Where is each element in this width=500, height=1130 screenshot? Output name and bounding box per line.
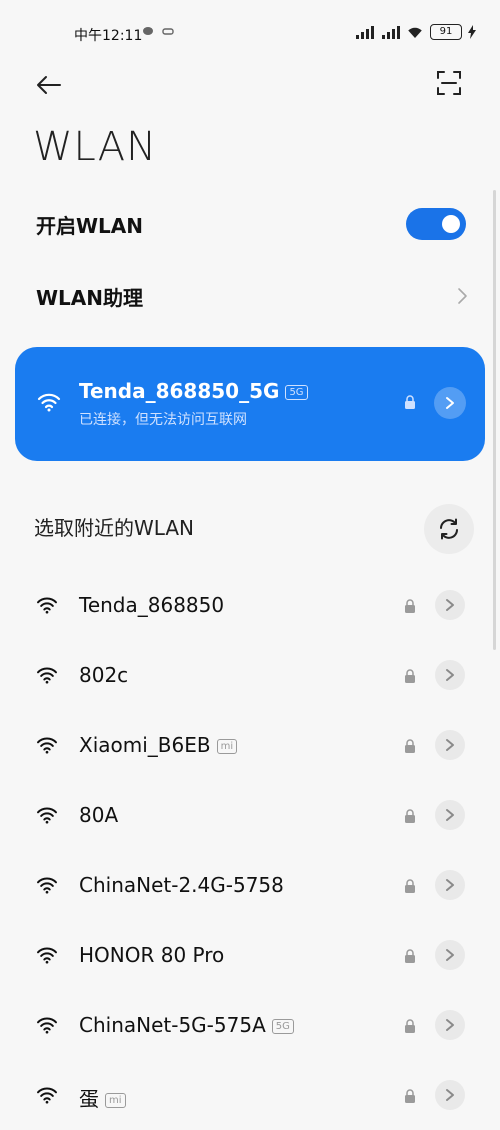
notification-icon (143, 27, 153, 35)
signal-icon (356, 26, 374, 39)
wifi-icon (37, 1087, 57, 1104)
refresh-button[interactable] (424, 504, 474, 554)
network-list-item[interactable]: 802c (0, 640, 500, 710)
network-ssid: 80A (79, 803, 119, 827)
wifi-icon (37, 737, 57, 754)
network-name: Xiaomi_B6EB mi (79, 733, 238, 757)
chevron-right-icon (446, 669, 454, 681)
chevron-right-icon (446, 879, 454, 891)
chevron-right-icon (446, 809, 454, 821)
scrollbar[interactable] (493, 190, 496, 650)
chevron-right-icon (458, 288, 467, 304)
charging-icon (468, 25, 476, 39)
network-name: ChinaNet-2.4G-5758 (79, 873, 284, 897)
lock-icon (405, 809, 415, 823)
car-icon (162, 28, 174, 35)
network-detail-button[interactable] (435, 870, 465, 900)
lock-icon (405, 395, 415, 409)
lock-icon (405, 669, 415, 683)
network-name: 80A (79, 803, 118, 827)
network-list-item[interactable]: Tenda_868850 (0, 570, 500, 640)
chevron-right-icon (446, 949, 454, 961)
network-detail-button[interactable] (435, 590, 465, 620)
wifi-icon (37, 393, 61, 412)
wifi-icon (37, 877, 57, 894)
network-name: 802c (79, 663, 128, 687)
battery-icon: 91 (430, 24, 462, 40)
lock-icon (405, 949, 415, 963)
connected-network-card[interactable]: Tenda_868850_5G 5G 已连接，但无法访问互联网 (15, 347, 485, 461)
chevron-right-icon (446, 739, 454, 751)
status-bar: 中午12:11 91 (0, 0, 500, 60)
network-detail-button[interactable] (435, 1080, 465, 1110)
network-ssid: HONOR 80 Pro (79, 943, 225, 967)
wlan-toggle-label: 开启WLAN (36, 213, 144, 238)
connected-network-ssid: Tenda_868850_5G (79, 379, 280, 403)
wlan-assistant-label: WLAN助理 (36, 285, 144, 310)
wifi-icon (37, 947, 57, 964)
network-list-item[interactable]: HONOR 80 Pro (0, 920, 500, 990)
top-nav (0, 62, 500, 106)
network-badge: mi (216, 739, 238, 754)
network-ssid: 蛋 (79, 1087, 99, 1111)
network-name: HONOR 80 Pro (79, 943, 224, 967)
chevron-right-icon (446, 599, 454, 611)
nearby-section-title: 选取附近的WLAN (34, 516, 195, 540)
wlan-toggle-switch[interactable] (406, 208, 466, 240)
network-name: 蛋 mi (79, 1083, 126, 1112)
status-time: 中午12:11 (74, 28, 143, 44)
wifi-icon (37, 1017, 57, 1034)
wifi-icon (37, 807, 57, 824)
signal-icon (382, 26, 400, 39)
wlan-toggle-row: 开启WLAN (36, 204, 466, 244)
wifi-icon (37, 667, 57, 684)
network-detail-button[interactable] (435, 800, 465, 830)
network-list-item[interactable]: ChinaNet-5G-575A 5G (0, 990, 500, 1060)
network-ssid: Tenda_868850 (79, 593, 225, 617)
chevron-right-icon (446, 1019, 454, 1031)
status-right: 91 (354, 24, 476, 40)
network-name: ChinaNet-5G-575A 5G (79, 1013, 294, 1037)
network-badge: mi (105, 1093, 126, 1108)
lock-icon (405, 1089, 415, 1103)
network-list-item[interactable]: 蛋 mi (0, 1060, 500, 1130)
network-list-item[interactable]: ChinaNet-2.4G-5758 (0, 850, 500, 920)
chevron-right-icon (446, 397, 454, 409)
network-ssid: Xiaomi_B6EB (79, 733, 211, 757)
lock-icon (405, 599, 415, 613)
network-detail-button[interactable] (435, 660, 465, 690)
back-arrow-icon[interactable] (34, 70, 64, 100)
network-detail-button[interactable] (435, 730, 465, 760)
network-detail-button[interactable] (435, 940, 465, 970)
network-badge: 5G (271, 1019, 294, 1034)
network-ssid: 802c (79, 663, 129, 687)
wifi-icon (37, 597, 57, 614)
connected-network-status: 已连接，但无法访问互联网 (79, 412, 247, 428)
network-list-item[interactable]: Xiaomi_B6EB mi (0, 710, 500, 780)
status-notification-icons (142, 26, 174, 36)
switch-knob (442, 215, 460, 233)
connected-network-detail-button[interactable] (434, 387, 466, 419)
chevron-right-icon (446, 1089, 454, 1101)
network-ssid: ChinaNet-5G-575A (79, 1013, 266, 1037)
wifi-status-icon (408, 27, 422, 38)
lock-icon (405, 1019, 415, 1033)
lock-icon (405, 879, 415, 893)
wlan-assistant-row[interactable]: WLAN助理 (36, 276, 468, 316)
refresh-icon (440, 518, 458, 540)
lock-icon (405, 739, 415, 753)
page-title: WLAN (33, 124, 158, 170)
band-badge: 5G (285, 385, 308, 400)
network-detail-button[interactable] (435, 1010, 465, 1040)
qr-scan-icon[interactable] (436, 70, 462, 96)
network-ssid: ChinaNet-2.4G-5758 (79, 873, 284, 897)
connected-network-name: Tenda_868850_5G 5G (79, 379, 308, 403)
network-list-item[interactable]: 80A (0, 780, 500, 850)
network-name: Tenda_868850 (79, 593, 224, 617)
